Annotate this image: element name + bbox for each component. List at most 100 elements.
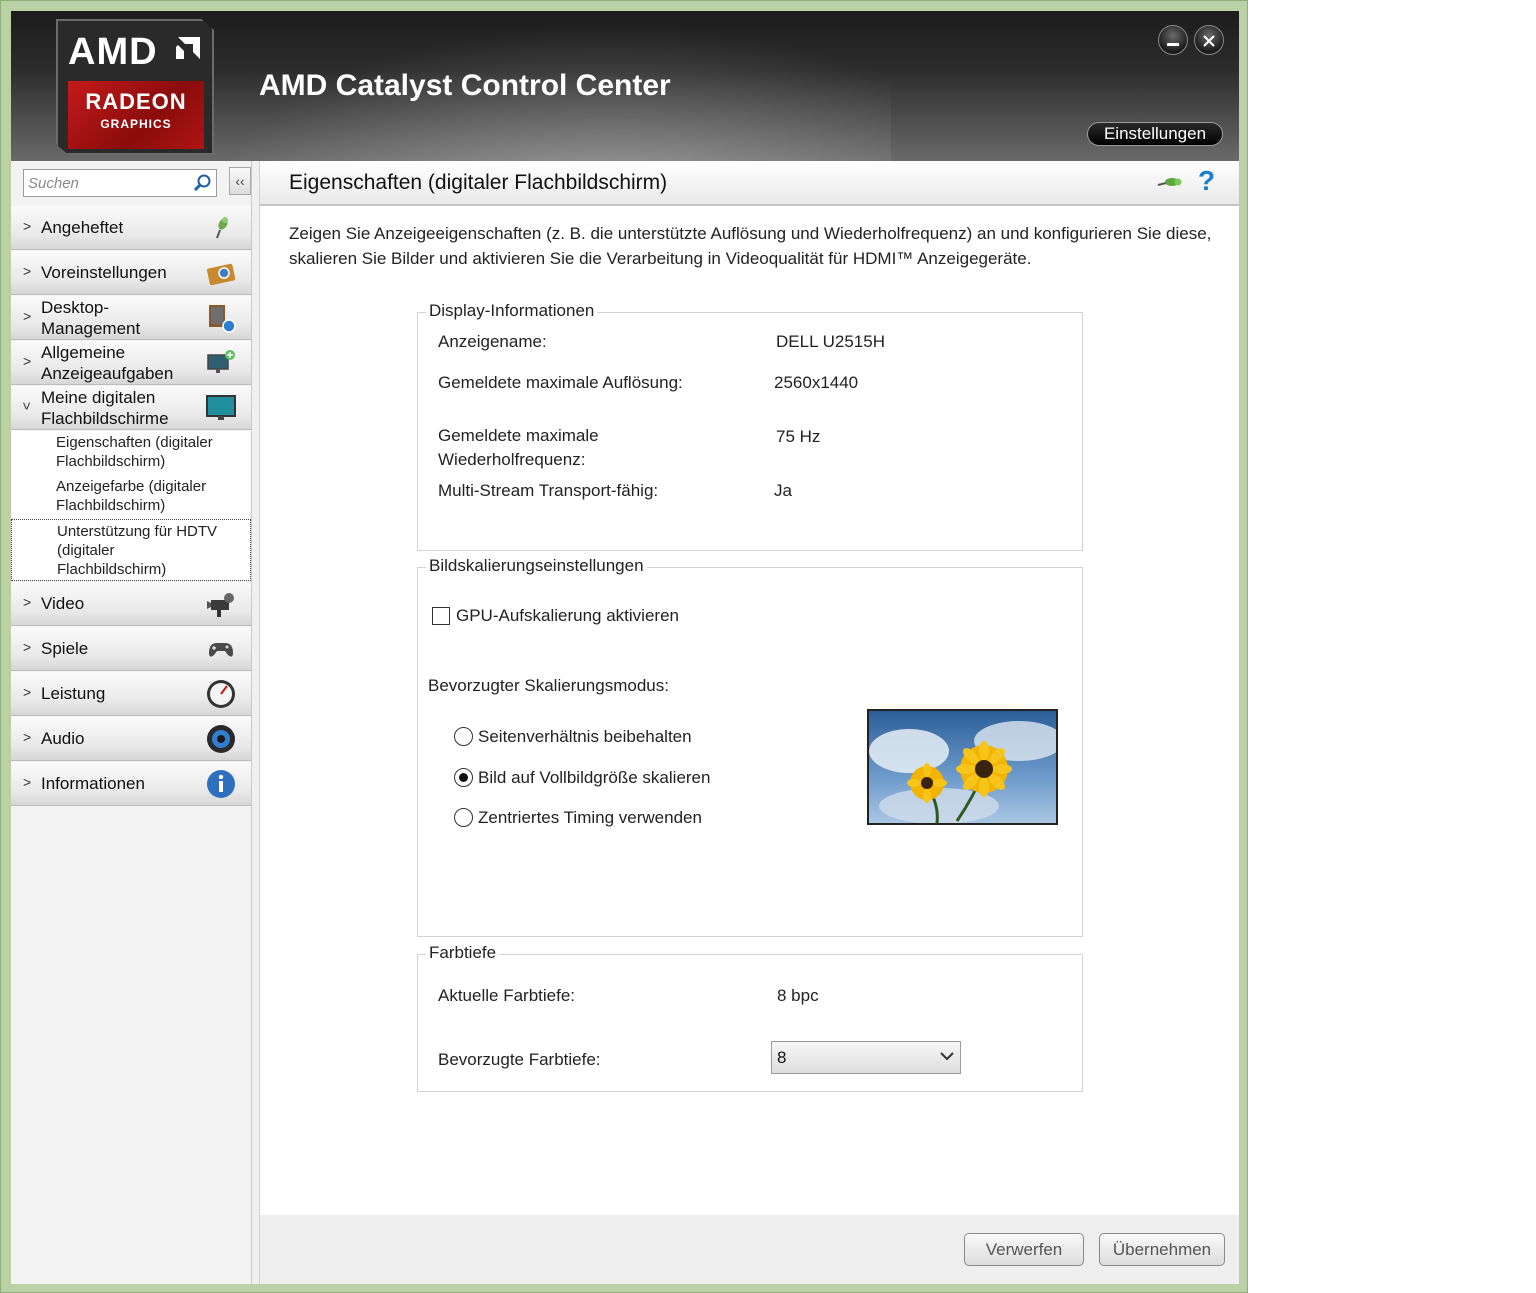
sidebar-item-label: Allgemeine Anzeigeaufgaben <box>41 343 174 383</box>
pin-icon <box>216 217 228 239</box>
current-color-depth-label: Aktuelle Farbtiefe: <box>438 986 576 1005</box>
search-placeholder: Suchen <box>28 175 79 192</box>
preferred-color-depth-label: Bevorzugte Farbtiefe: <box>438 1050 601 1069</box>
chevron-right-icon: > <box>23 684 32 700</box>
sidebar-item-label: Leistung <box>41 684 106 703</box>
sidebar-item-allgemeine-anzeigeaufgaben[interactable]: > Allgemeine Anzeigeaufgaben <box>11 341 251 385</box>
main-panel: Eigenschaften (digitaler Flachbildschirm… <box>259 161 1239 1284</box>
logo-radeon-text: RADEON <box>85 89 187 114</box>
gamepad-icon <box>209 643 233 657</box>
sidebar-item-label: Angeheftet <box>41 218 124 237</box>
sidebar-subitem-label: Eigenschaften (digitaler Flachbildschirm) <box>56 434 213 470</box>
sidebar-item-label: Spiele <box>41 639 89 658</box>
sidebar-item-audio[interactable]: > Audio <box>11 717 251 761</box>
discard-button[interactable]: Verwerfen <box>964 1233 1084 1266</box>
sidebar-subitem-label: Unterstützung für HDTV (digitaler Flachbil… <box>57 523 218 578</box>
amd-radeon-logo: AMD RADEON GRAPHICS <box>56 19 214 155</box>
chevron-right-icon: > <box>23 263 32 279</box>
sidebar-item-label: Desktop- Management <box>41 298 141 338</box>
chevron-right-icon: > <box>23 639 32 655</box>
info-label: Anzeigename: <box>438 332 547 351</box>
page-header: Eigenschaften (digitaler Flachbildschirm… <box>260 161 1239 206</box>
collapse-sidebar-button[interactable]: ‹‹ <box>229 167 251 195</box>
page-description: Zeigen Sie Anzeigeeigenschaften (z. B. d… <box>289 224 1212 268</box>
close-icon <box>1203 35 1215 47</box>
sidebar-subitem-anzeigefarbe[interactable]: Anzeigefarbe (digitaler Flachbildschirm) <box>11 475 251 519</box>
scaling-mode-label: Bevorzugter Skalierungsmodus: <box>428 676 669 695</box>
sidebar-subitem-label: Anzeigefarbe (digitaler Flachbildschirm) <box>56 478 207 514</box>
flatpanel-icon <box>206 395 236 420</box>
info-value: 75 Hz <box>776 427 821 446</box>
radio-centered-timing[interactable] <box>454 808 473 827</box>
radio-keep-aspect-label[interactable]: Seitenverhältnis beibehalten <box>478 725 692 749</box>
preferred-color-depth-select[interactable]: 8 <box>771 1041 961 1074</box>
radio-fullscreen[interactable] <box>454 768 473 787</box>
footer-bar: Verwerfen Übernehmen <box>260 1215 1239 1284</box>
sidebar-subitem-hdtv[interactable]: Unterstützung für HDTV (digitaler Flachbil… <box>11 519 251 581</box>
sidebar-item-label: Meine digitalen Flachbildschirme <box>41 388 169 428</box>
radio-fullscreen-label[interactable]: Bild auf Vollbildgröße skalieren <box>478 766 710 790</box>
logo-radeon-badge: RADEON GRAPHICS <box>68 81 204 149</box>
gpu-upscaling-label[interactable]: GPU-Aufskalierung aktivieren <box>456 604 679 628</box>
minimize-button[interactable] <box>1158 25 1188 55</box>
title-bar: AMD RADEON GRAPHICS AMD Catalyst Control… <box>11 11 1239 161</box>
info-value: DELL U2515H <box>776 332 885 351</box>
sidebar-subitem-eigenschaften[interactable]: Eigenschaften (digitaler Flachbildschirm) <box>11 431 251 475</box>
info-label: Gemeldete maximale Auflösung: <box>438 373 683 392</box>
scaling-group: Bildskalierungseinstellungen GPU-Aufskal… <box>417 556 1083 937</box>
sidebar-item-label: Video <box>41 594 85 613</box>
speaker-icon <box>207 725 235 753</box>
info-value: Ja <box>774 481 792 500</box>
help-icon[interactable]: ? <box>1198 165 1215 197</box>
logo-amd-text: AMD <box>68 31 158 73</box>
sidebar-item-informationen[interactable]: > Informationen <box>11 762 251 806</box>
sidebar-item-video[interactable]: > Video <box>11 582 251 626</box>
app-window: AMD RADEON GRAPHICS AMD Catalyst Control… <box>11 11 1239 1284</box>
color-depth-group: Farbtiefe Aktuelle Farbtiefe: 8 bpc Bevo… <box>417 943 1083 1092</box>
sidebar: Suchen ‹‹ > Angeheftet > Voreinstellunge… <box>11 161 252 1284</box>
chevron-right-icon: > <box>23 594 32 610</box>
group-title: Farbtiefe <box>426 943 500 963</box>
search-icon[interactable] <box>192 173 212 193</box>
radio-centered-timing-label[interactable]: Zentriertes Timing verwenden <box>478 806 702 830</box>
chevron-down-icon <box>940 1052 954 1061</box>
gauge-icon <box>207 680 235 708</box>
apply-button[interactable]: Übernehmen <box>1099 1233 1225 1266</box>
sidebar-item-voreinstellungen[interactable]: > Voreinstellungen <box>11 251 251 295</box>
video-camera-icon <box>207 593 234 617</box>
search-input[interactable]: Suchen <box>23 169 217 197</box>
chevron-right-icon: > <box>23 353 32 369</box>
gpu-upscaling-checkbox[interactable] <box>432 607 450 625</box>
sidebar-item-label: Informationen <box>41 774 145 793</box>
scaling-preview-image <box>867 709 1058 825</box>
chevron-down-icon: > <box>19 401 36 411</box>
display-tasks-icon <box>207 350 235 373</box>
group-title: Display-Informationen <box>426 301 598 321</box>
page-title: Eigenschaften (digitaler Flachbildschirm… <box>289 171 668 194</box>
sidebar-item-desktop-management[interactable]: > Desktop- Management <box>11 296 251 340</box>
sidebar-item-spiele[interactable]: > Spiele <box>11 627 251 671</box>
group-title: Bildskalierungseinstellungen <box>426 556 647 576</box>
sidebar-item-label: Voreinstellungen <box>41 263 167 282</box>
app-title: AMD Catalyst Control Center <box>259 69 671 102</box>
settings-button[interactable]: Einstellungen <box>1087 122 1223 146</box>
close-button[interactable] <box>1194 25 1224 55</box>
display-info-group: Display-Informationen Anzeigename: DELL … <box>417 301 1083 551</box>
sidebar-item-angeheftet[interactable]: > Angeheftet <box>11 206 251 250</box>
current-color-depth-value: 8 bpc <box>777 986 819 1005</box>
desktop-management-icon <box>209 305 236 333</box>
info-label: Gemeldete maximale Wiederholfrequenz: <box>438 426 599 469</box>
info-icon <box>207 770 235 798</box>
pin-page-icon[interactable] <box>1156 171 1182 195</box>
chevron-right-icon: > <box>23 774 32 790</box>
chevron-right-icon: > <box>23 729 32 745</box>
amd-arrow-icon <box>176 37 200 59</box>
window-frame: AMD RADEON GRAPHICS AMD Catalyst Control… <box>0 0 1248 1293</box>
sidebar-item-leistung[interactable]: > Leistung <box>11 672 251 716</box>
sidebar-item-meine-digitalen-flachbildschirme[interactable]: > Meine digitalen Flachbildschirme <box>11 386 251 430</box>
sidebar-item-label: Audio <box>41 729 85 748</box>
radio-keep-aspect[interactable] <box>454 727 473 746</box>
info-label: Multi-Stream Transport-fähig: <box>438 481 659 500</box>
minimize-icon <box>1167 43 1179 46</box>
info-value: 2560x1440 <box>774 373 859 392</box>
